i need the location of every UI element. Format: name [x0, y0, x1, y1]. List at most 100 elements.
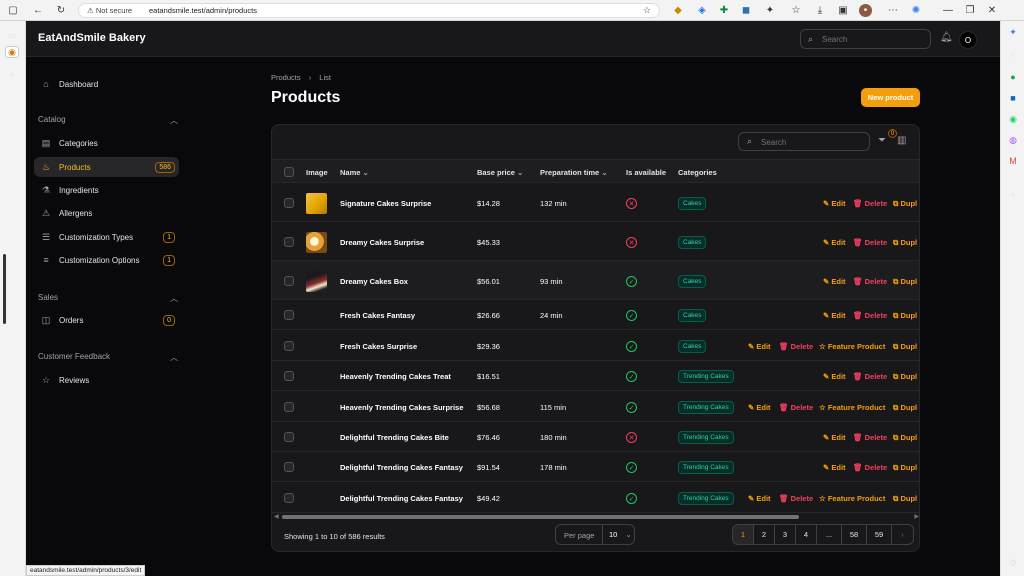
table-row[interactable]: Delightful Trending Cakes Bite $76.46 180 …	[272, 422, 919, 452]
extension-icon[interactable]: ◆	[670, 3, 686, 18]
feature-product-button[interactable]: ☆ Feature Product	[819, 403, 885, 412]
extension-icon[interactable]: ●	[1006, 71, 1020, 83]
sidebar-group-catalog[interactable]: Catalog ︿	[38, 115, 178, 126]
settings-icon[interactable]: ⚙	[1006, 557, 1020, 569]
product-name[interactable]: Signature Cakes Surprise	[340, 199, 431, 208]
edit-button[interactable]: ✎ Edit	[823, 372, 846, 381]
new-tab-icon[interactable]: +	[5, 69, 19, 81]
row-checkbox[interactable]	[284, 493, 294, 503]
page-button[interactable]: 3	[775, 525, 796, 544]
duplicate-button[interactable]: ⧉ Dupl	[893, 463, 917, 473]
sidebar-item-products[interactable]: ♨ Products 586	[34, 157, 179, 177]
row-checkbox[interactable]	[284, 237, 294, 247]
feature-product-button[interactable]: ☆ Feature Product	[819, 494, 885, 503]
breadcrumb-products[interactable]: Products	[271, 73, 301, 82]
row-checkbox[interactable]	[284, 371, 294, 381]
search-icon[interactable]: ⌕	[1006, 48, 1020, 60]
active-tab-icon[interactable]: ◉	[5, 46, 19, 58]
table-row[interactable]: Fresh Cakes Surprise $29.36 ✓ Cakes ✎ Edit 🗑︎…	[272, 330, 919, 361]
screenshot-icon[interactable]: ▣	[835, 3, 851, 18]
not-secure-indicator[interactable]: ⚠ Not secure	[87, 6, 132, 15]
next-page-icon[interactable]: ›	[892, 525, 913, 544]
sidebar-item-reviews[interactable]: ☆ Reviews	[34, 370, 179, 390]
delete-button[interactable]: 🗑︎ Delete	[779, 403, 813, 412]
delete-button[interactable]: 🗑︎ Delete	[779, 494, 813, 503]
tabs-icon[interactable]: ▭	[5, 29, 19, 41]
select-all-checkbox[interactable]	[284, 167, 294, 177]
table-row[interactable]: Dreamy Cakes Box $56.01 93 min ✓ Cakes ✎ Edit…	[272, 261, 919, 300]
duplicate-button[interactable]: ⧉ Dupl	[893, 199, 917, 209]
delete-button[interactable]: 🗑︎ Delete	[853, 199, 887, 208]
sidebar-group-sales[interactable]: Sales ︿	[38, 293, 178, 304]
page-button[interactable]: 1	[733, 525, 754, 544]
feature-product-button[interactable]: ☆ Feature Product	[819, 342, 885, 351]
duplicate-button[interactable]: ⧉ Dupl	[893, 238, 917, 248]
table-row[interactable]: Delightful Trending Cakes Fantasy $49.42 ✓…	[272, 482, 919, 513]
row-checkbox[interactable]	[284, 341, 294, 351]
sidebar-group-customer-feedback[interactable]: Customer Feedback ︿	[38, 352, 178, 363]
delete-button[interactable]: 🗑︎ Delete	[853, 433, 887, 442]
product-name[interactable]: Delightful Trending Cakes Fantasy	[340, 494, 463, 503]
edit-button[interactable]: ✎ Edit	[823, 433, 846, 442]
per-page-value[interactable]: 10 ⌄	[602, 525, 636, 544]
edit-button[interactable]: ✎ Edit	[748, 403, 771, 412]
linkedin-icon[interactable]: ■	[1006, 92, 1020, 104]
delete-button[interactable]: 🗑︎ Delete	[853, 311, 887, 320]
page-button[interactable]: 4	[796, 525, 817, 544]
back-icon[interactable]: ←	[30, 3, 46, 18]
product-name[interactable]: Heavenly Trending Cakes Surprise	[340, 403, 463, 412]
row-checkbox[interactable]	[284, 432, 294, 442]
product-name[interactable]: Delightful Trending Cakes Fantasy	[340, 463, 463, 472]
row-checkbox[interactable]	[284, 462, 294, 472]
edit-button[interactable]: ✎ Edit	[823, 238, 846, 247]
page-button[interactable]: 58	[842, 525, 867, 544]
table-row[interactable]: Delightful Trending Cakes Fantasy $91.54 1…	[272, 452, 919, 482]
restore-icon[interactable]: ❐	[962, 3, 978, 18]
sidebar-item-customization-options[interactable]: ≡ Customization Options 1	[34, 250, 179, 270]
duplicate-button[interactable]: ⧉ Dupl	[893, 403, 917, 413]
per-page-select[interactable]: Per page 10 ⌄	[555, 524, 635, 545]
favorite-icon[interactable]: ☆	[643, 5, 651, 16]
add-icon[interactable]: +	[1006, 189, 1020, 201]
brand-title[interactable]: EatAndSmile Bakery	[38, 32, 146, 44]
duplicate-button[interactable]: ⧉ Dupl	[893, 372, 917, 382]
sidebar-item-allergens[interactable]: ⚠ Allergens	[34, 203, 179, 223]
table-row[interactable]: Heavenly Trending Cakes Treat $16.51 ✓ Tren…	[272, 361, 919, 391]
product-name[interactable]: Delightful Trending Cakes Bite	[340, 433, 449, 442]
sidebar-item-dashboard[interactable]: ⌂ Dashboard	[34, 74, 179, 94]
page-button[interactable]: 59	[867, 525, 892, 544]
address-bar[interactable]: ⚠ Not secure eatandsmile.test/admin/prod…	[78, 3, 660, 18]
scroll-right-icon[interactable]: ▶	[914, 513, 919, 520]
filter-icon[interactable]: ⏷	[878, 135, 886, 146]
product-name[interactable]: Heavenly Trending Cakes Treat	[340, 372, 451, 381]
more-icon[interactable]: ⋯	[885, 3, 901, 18]
page-button[interactable]: 2	[754, 525, 775, 544]
tab-actions-icon[interactable]: ▢	[5, 3, 21, 18]
duplicate-button[interactable]: ⧉ Dupl	[893, 311, 917, 321]
refresh-icon[interactable]: ↻	[53, 3, 69, 18]
column-preparation-time[interactable]: Preparation time ⌄	[540, 168, 608, 177]
extension-icon[interactable]: ◈	[694, 3, 710, 18]
close-icon[interactable]: ✕	[984, 3, 1000, 18]
sidebar-item-categories[interactable]: ▤ Categories	[34, 133, 179, 153]
scroll-left-icon[interactable]: ◀	[274, 513, 279, 520]
avatar[interactable]: O	[959, 31, 977, 49]
table-row[interactable]: Signature Cakes Surprise $14.28 132 min ✕ Ca…	[272, 183, 919, 222]
sidebar-item-ingredients[interactable]: ⚗ Ingredients	[34, 180, 179, 200]
profile-icon[interactable]: •	[859, 4, 872, 17]
duplicate-button[interactable]: ⧉ Dupl	[893, 494, 917, 504]
edit-button[interactable]: ✎ Edit	[748, 494, 771, 503]
delete-button[interactable]: 🗑︎ Delete	[853, 277, 887, 286]
rail-scrollbar[interactable]	[3, 254, 6, 324]
product-name[interactable]: Dreamy Cakes Box	[340, 277, 408, 286]
global-search-input[interactable]: ⌕ Search	[800, 29, 931, 49]
edit-button[interactable]: ✎ Edit	[823, 311, 846, 320]
table-row[interactable]: Dreamy Cakes Surprise $45.33 ✕ Cakes ✎ Edit 🗑…	[272, 222, 919, 261]
edit-button[interactable]: ✎ Edit	[823, 199, 846, 208]
extension-icon[interactable]: ✚	[716, 3, 732, 18]
duplicate-button[interactable]: ⧉ Dupl	[893, 342, 917, 352]
row-checkbox[interactable]	[284, 276, 294, 286]
column-name[interactable]: Name ⌄	[340, 168, 369, 177]
product-name[interactable]: Fresh Cakes Surprise	[340, 342, 417, 351]
duplicate-button[interactable]: ⧉ Dupl	[893, 277, 917, 287]
